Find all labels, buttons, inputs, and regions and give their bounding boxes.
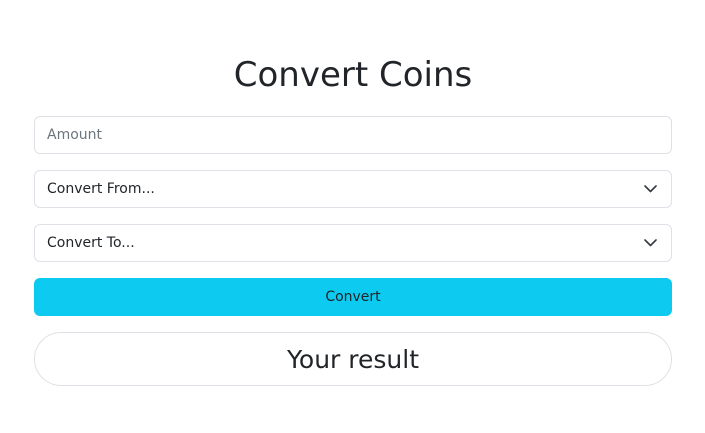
convert-from-select[interactable]: Convert From...	[34, 170, 672, 208]
convert-from-selected-value: Convert From...	[47, 181, 155, 197]
convert-to-select[interactable]: Convert To...	[34, 224, 672, 262]
amount-input[interactable]	[34, 116, 672, 154]
convert-button[interactable]: Convert	[34, 278, 672, 316]
page-title: Convert Coins	[233, 55, 473, 95]
convert-to-selected-value: Convert To...	[47, 235, 135, 251]
chevron-down-icon	[643, 236, 657, 250]
result-display: Your result	[34, 332, 672, 386]
result-text: Your result	[286, 344, 420, 374]
chevron-down-icon	[643, 182, 657, 196]
